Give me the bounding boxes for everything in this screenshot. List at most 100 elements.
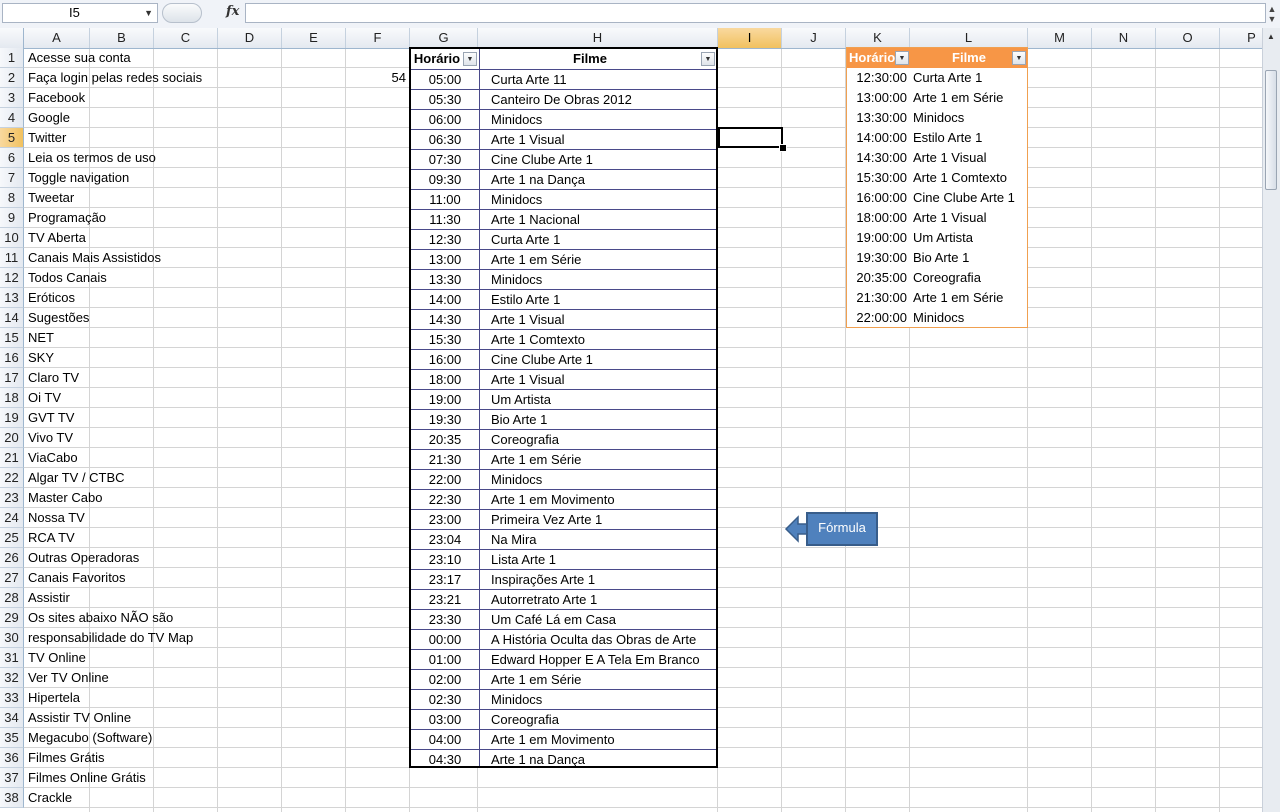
table-row[interactable]: 14:00 Estilo Arte 1 (411, 289, 716, 309)
column-header-l[interactable]: L (910, 28, 1028, 48)
table-row[interactable]: 03:00 Coreografia (411, 709, 716, 729)
row-header-3[interactable]: 3 (0, 88, 24, 108)
table-row[interactable]: 22:00 Minidocs (411, 469, 716, 489)
cell-a29[interactable]: Os sites abaixo NÃO são (28, 608, 173, 628)
cell-a4[interactable]: Google (28, 108, 70, 128)
row-header-9[interactable]: 9 (0, 208, 24, 228)
row-header-15[interactable]: 15 (0, 328, 24, 348)
scrollbar-thumb[interactable] (1265, 70, 1277, 190)
cell-a24[interactable]: Nossa TV (28, 508, 85, 528)
table-row[interactable]: 01:00 Edward Hopper E A Tela Em Branco (411, 649, 716, 669)
column-header-i[interactable]: I (718, 28, 782, 48)
cell-a37[interactable]: Filmes Online Grátis (28, 768, 146, 788)
cell-a31[interactable]: TV Online (28, 648, 86, 668)
row-header-21[interactable]: 21 (0, 448, 24, 468)
table-row[interactable]: 06:30 Arte 1 Visual (411, 129, 716, 149)
cell-a33[interactable]: Hipertela (28, 688, 80, 708)
table-row[interactable]: 12:30 Curta Arte 1 (411, 229, 716, 249)
table-row[interactable]: 14:30:00 Arte 1 Visual (847, 148, 1027, 168)
table-row[interactable]: 06:00 Minidocs (411, 109, 716, 129)
column-header-n[interactable]: N (1092, 28, 1156, 48)
row-header-36[interactable]: 36 (0, 748, 24, 768)
table-row[interactable]: 16:00:00 Cine Clube Arte 1 (847, 188, 1027, 208)
table-row[interactable]: 22:30 Arte 1 em Movimento (411, 489, 716, 509)
table-row[interactable]: 23:17 Inspirações Arte 1 (411, 569, 716, 589)
name-box[interactable]: I5 ▼ (2, 3, 158, 23)
row-header-38[interactable]: 38 (0, 788, 24, 808)
row-header-7[interactable]: 7 (0, 168, 24, 188)
table-row[interactable]: 15:30:00 Arte 1 Comtexto (847, 168, 1027, 188)
row-header-29[interactable]: 29 (0, 608, 24, 628)
table-row[interactable]: 05:00 Curta Arte 11 (411, 69, 716, 89)
column-header-f[interactable]: F (346, 28, 410, 48)
row-header-20[interactable]: 20 (0, 428, 24, 448)
column-header-a[interactable]: A (24, 28, 90, 48)
cell-a25[interactable]: RCA TV (28, 528, 75, 548)
cell-a1[interactable]: Acesse sua conta (28, 48, 131, 68)
row-header-22[interactable]: 22 (0, 468, 24, 488)
cell-a8[interactable]: Tweetar (28, 188, 74, 208)
cell-a38[interactable]: Crackle (28, 788, 72, 808)
cell-a10[interactable]: TV Aberta (28, 228, 86, 248)
cell-a7[interactable]: Toggle navigation (28, 168, 129, 188)
cell-a27[interactable]: Canais Favoritos (28, 568, 126, 588)
cell-f2[interactable]: 54 (346, 68, 406, 88)
cell-a36[interactable]: Filmes Grátis (28, 748, 105, 768)
table-row[interactable]: 07:30 Cine Clube Arte 1 (411, 149, 716, 169)
cell-a34[interactable]: Assistir TV Online (28, 708, 131, 728)
table-row[interactable]: 23:21 Autorretrato Arte 1 (411, 589, 716, 609)
row-header-35[interactable]: 35 (0, 728, 24, 748)
insert-function-icon[interactable]: fx (226, 4, 239, 19)
row-header-14[interactable]: 14 (0, 308, 24, 328)
table-row[interactable]: 02:00 Arte 1 em Série (411, 669, 716, 689)
filter-dropdown-horario-icon[interactable]: ▼ (895, 51, 909, 65)
row-header-25[interactable]: 25 (0, 528, 24, 548)
row-header-4[interactable]: 4 (0, 108, 24, 128)
cell-a3[interactable]: Facebook (28, 88, 85, 108)
table-row[interactable]: 11:00 Minidocs (411, 189, 716, 209)
cell-a28[interactable]: Assistir (28, 588, 70, 608)
fill-handle[interactable] (779, 144, 787, 152)
cell-a12[interactable]: Todos Canais (28, 268, 107, 288)
table-row[interactable]: 22:00:00 Minidocs (847, 308, 1027, 328)
column-header-b[interactable]: B (90, 28, 154, 48)
table-row[interactable]: 16:00 Cine Clube Arte 1 (411, 349, 716, 369)
table-row[interactable]: 19:00 Um Artista (411, 389, 716, 409)
row-header-5[interactable]: 5 (0, 128, 24, 148)
table-row[interactable]: 15:30 Arte 1 Comtexto (411, 329, 716, 349)
chevron-down-icon[interactable]: ▼ (144, 4, 153, 22)
cell-a13[interactable]: Eróticos (28, 288, 75, 308)
filter-dropdown-horario-icon[interactable]: ▼ (463, 52, 477, 66)
cell-a2[interactable]: Faça login pelas redes sociais (28, 68, 202, 88)
row-header-24[interactable]: 24 (0, 508, 24, 528)
table-row[interactable]: 21:30 Arte 1 em Série (411, 449, 716, 469)
row-header-27[interactable]: 27 (0, 568, 24, 588)
table-row[interactable]: 23:04 Na Mira (411, 529, 716, 549)
table-row[interactable]: 23:30 Um Café Lá em Casa (411, 609, 716, 629)
row-header-23[interactable]: 23 (0, 488, 24, 508)
table-row[interactable]: 13:30:00 Minidocs (847, 108, 1027, 128)
table-row[interactable]: 11:30 Arte 1 Nacional (411, 209, 716, 229)
table-row[interactable]: 18:00:00 Arte 1 Visual (847, 208, 1027, 228)
table-row[interactable]: 02:30 Minidocs (411, 689, 716, 709)
cell-a23[interactable]: Master Cabo (28, 488, 102, 508)
table-row[interactable]: 14:00:00 Estilo Arte 1 (847, 128, 1027, 148)
filter-dropdown-filme-icon[interactable]: ▼ (1012, 51, 1026, 65)
table-row[interactable]: 05:30 Canteiro De Obras 2012 (411, 89, 716, 109)
expand-formula-bar-icon[interactable]: ▲ ▼ (1266, 4, 1278, 24)
table-row[interactable]: 20:35 Coreografia (411, 429, 716, 449)
row-header-11[interactable]: 11 (0, 248, 24, 268)
table-row[interactable]: 12:30:00 Curta Arte 1 (847, 68, 1027, 88)
row-header-1[interactable]: 1 (0, 48, 24, 68)
row-header-26[interactable]: 26 (0, 548, 24, 568)
row-header-34[interactable]: 34 (0, 708, 24, 728)
column-header-j[interactable]: J (782, 28, 846, 48)
select-all-corner[interactable] (0, 28, 24, 48)
cell-a22[interactable]: Algar TV / CTBC (28, 468, 125, 488)
column-header-h[interactable]: H (478, 28, 718, 48)
row-header-37[interactable]: 37 (0, 768, 24, 788)
formula-callout[interactable]: Fórmula (784, 512, 878, 546)
cell-a30[interactable]: responsabilidade do TV Map (28, 628, 193, 648)
cell-a14[interactable]: Sugestões (28, 308, 89, 328)
cell-a5[interactable]: Twitter (28, 128, 66, 148)
